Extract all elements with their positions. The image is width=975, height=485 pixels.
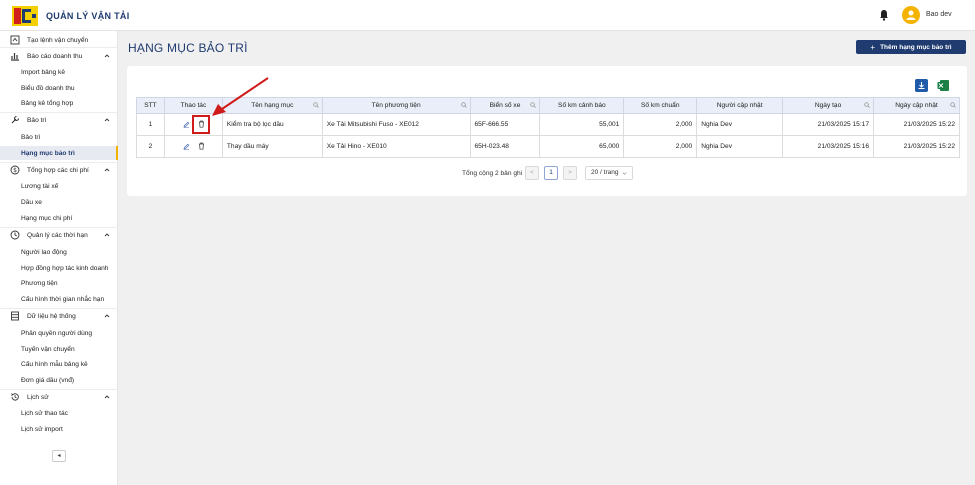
table-row: 1 Kiểm tra bộ lọc dầu Xe Tải Mitsubishi … (136, 113, 960, 136)
database-icon (11, 311, 19, 321)
sidebar-group-deadlines[interactable]: Quản lý các thời hạn (0, 228, 118, 242)
table-row: 2 Thay dầu máy Xe Tải Hino - XE010 65H-0… (136, 135, 960, 158)
sidebar-group-revenue-report[interactable]: Báo cáo doanh thu (0, 49, 118, 63)
sidebar-collapse-button[interactable]: ◂ (52, 450, 66, 462)
chevron-up-icon (104, 314, 110, 318)
sidebar-item-transport-routes[interactable]: Tuyến vận chuyển (0, 342, 118, 356)
maintenance-category-table: STT Thao tác Tên hạng mục Tên phương tiệ… (136, 97, 960, 158)
sidebar-item-fuel-price[interactable]: Đơn giá dầu (vnđ) (0, 373, 118, 387)
page-title: HẠNG MỤC BẢO TRÌ (128, 41, 248, 55)
sidebar-item-import-statement[interactable]: Import bảng kê (0, 65, 118, 79)
sidebar: Tạo lệnh vận chuyển Báo cáo doanh thu Im… (0, 31, 118, 485)
sidebar-group-cost-summary[interactable]: $ Tổng hợp các chi phí (0, 163, 118, 177)
search-icon[interactable] (864, 102, 870, 108)
header-license-plate[interactable]: Biển số xe (469, 97, 541, 114)
sidebar-item-action-history[interactable]: Lịch sử thao tác (0, 406, 118, 420)
page-number-button[interactable]: 1 (544, 166, 558, 180)
header-standard-km: Số km chuẩn (623, 97, 698, 114)
sidebar-item-business-contract[interactable]: Hợp đồng hợp tác kinh doanh (0, 261, 118, 275)
search-icon[interactable] (313, 102, 319, 108)
plus-icon: + (870, 42, 876, 52)
history-icon (11, 393, 19, 401)
app-title: QUẢN LÝ VẬN TẢI (46, 11, 130, 21)
prev-page-button[interactable]: < (525, 166, 539, 180)
edit-icon[interactable] (183, 121, 190, 128)
page-size-select[interactable]: 20 / trang (585, 166, 633, 180)
edit-icon[interactable] (183, 143, 190, 150)
sidebar-item-driver-salary[interactable]: Lương tài xế (0, 179, 118, 193)
search-icon[interactable] (460, 102, 467, 108)
header-category-name[interactable]: Tên hạng mục (221, 97, 323, 114)
svg-text:$: $ (13, 167, 17, 174)
search-icon[interactable] (950, 102, 956, 108)
sidebar-item-reminder-config[interactable]: Cấu hình thời gian nhắc hạn (0, 292, 118, 306)
header-updated-date[interactable]: Ngày cập nhật (873, 97, 960, 114)
sidebar-item-summary-statement[interactable]: Bảng kê tổng hợp (0, 96, 118, 110)
create-order-icon (10, 35, 20, 45)
clock-icon (10, 230, 20, 240)
total-records-text: Tổng cộng 2 bản ghi (462, 170, 523, 177)
user-avatar[interactable] (902, 6, 920, 24)
header-updated-by: Người cập nhật (696, 97, 784, 114)
top-header: QUẢN LÝ VẬN TẢI Bao dev (0, 0, 975, 31)
header-vehicle-name[interactable]: Tên phương tiện (321, 97, 471, 114)
sidebar-item-maintenance[interactable]: Bảo trì (0, 130, 118, 144)
add-maintenance-category-button[interactable]: + Thêm hạng mục bảo trì (856, 40, 966, 54)
sidebar-item-vehicles[interactable]: Phương tiện (0, 276, 118, 290)
wrench-icon (11, 115, 20, 124)
username[interactable]: Bao dev (926, 11, 952, 18)
search-icon[interactable] (530, 102, 537, 108)
user-icon (906, 10, 916, 20)
sidebar-group-maintenance[interactable]: Bảo trì (0, 113, 118, 127)
header-actions: Thao tác (163, 97, 223, 114)
sidebar-item-cost-category[interactable]: Hạng mục chi phí (0, 211, 118, 225)
delete-icon[interactable] (198, 142, 205, 150)
chevron-up-icon (104, 233, 110, 237)
sidebar-item-revenue-chart[interactable]: Biểu đồ doanh thu (0, 81, 118, 95)
chevron-up-icon (104, 168, 110, 172)
sidebar-item-statement-template[interactable]: Cấu hình mẫu bảng kê (0, 357, 118, 371)
chevron-up-icon (104, 54, 110, 58)
sidebar-item-workers[interactable]: Người lao động (0, 245, 118, 259)
chevron-up-icon (104, 118, 110, 122)
sidebar-item-create-order[interactable]: Tạo lệnh vận chuyển (0, 33, 118, 47)
next-page-button[interactable]: > (563, 166, 577, 180)
sidebar-group-system-data[interactable]: Dữ liệu hệ thống (0, 309, 118, 323)
row-actions (163, 135, 223, 158)
sidebar-item-fuel[interactable]: Dầu xe (0, 195, 118, 209)
dollar-icon: $ (10, 165, 20, 175)
notification-bell-icon[interactable] (878, 9, 890, 21)
sidebar-group-history[interactable]: Lịch sử (0, 390, 118, 404)
chevron-down-icon (622, 172, 627, 175)
sidebar-item-user-permissions[interactable]: Phân quyền người dùng (0, 326, 118, 340)
export-icon[interactable] (915, 79, 928, 92)
table-header-row: STT Thao tác Tên hạng mục Tên phương tiệ… (136, 97, 960, 114)
company-logo (12, 6, 38, 26)
header-stt: STT (136, 97, 165, 114)
header-created-date[interactable]: Ngày tạo (782, 97, 875, 114)
chart-icon (11, 53, 19, 61)
excel-icon[interactable] (937, 79, 950, 92)
sidebar-item-import-history[interactable]: Lịch sử import (0, 422, 118, 436)
sidebar-item-maintenance-category[interactable]: Hạng mục bảo trì (0, 146, 118, 160)
delete-highlight-box (192, 115, 210, 134)
chevron-up-icon (104, 395, 110, 399)
header-warning-km: Số km cảnh báo (539, 97, 625, 114)
